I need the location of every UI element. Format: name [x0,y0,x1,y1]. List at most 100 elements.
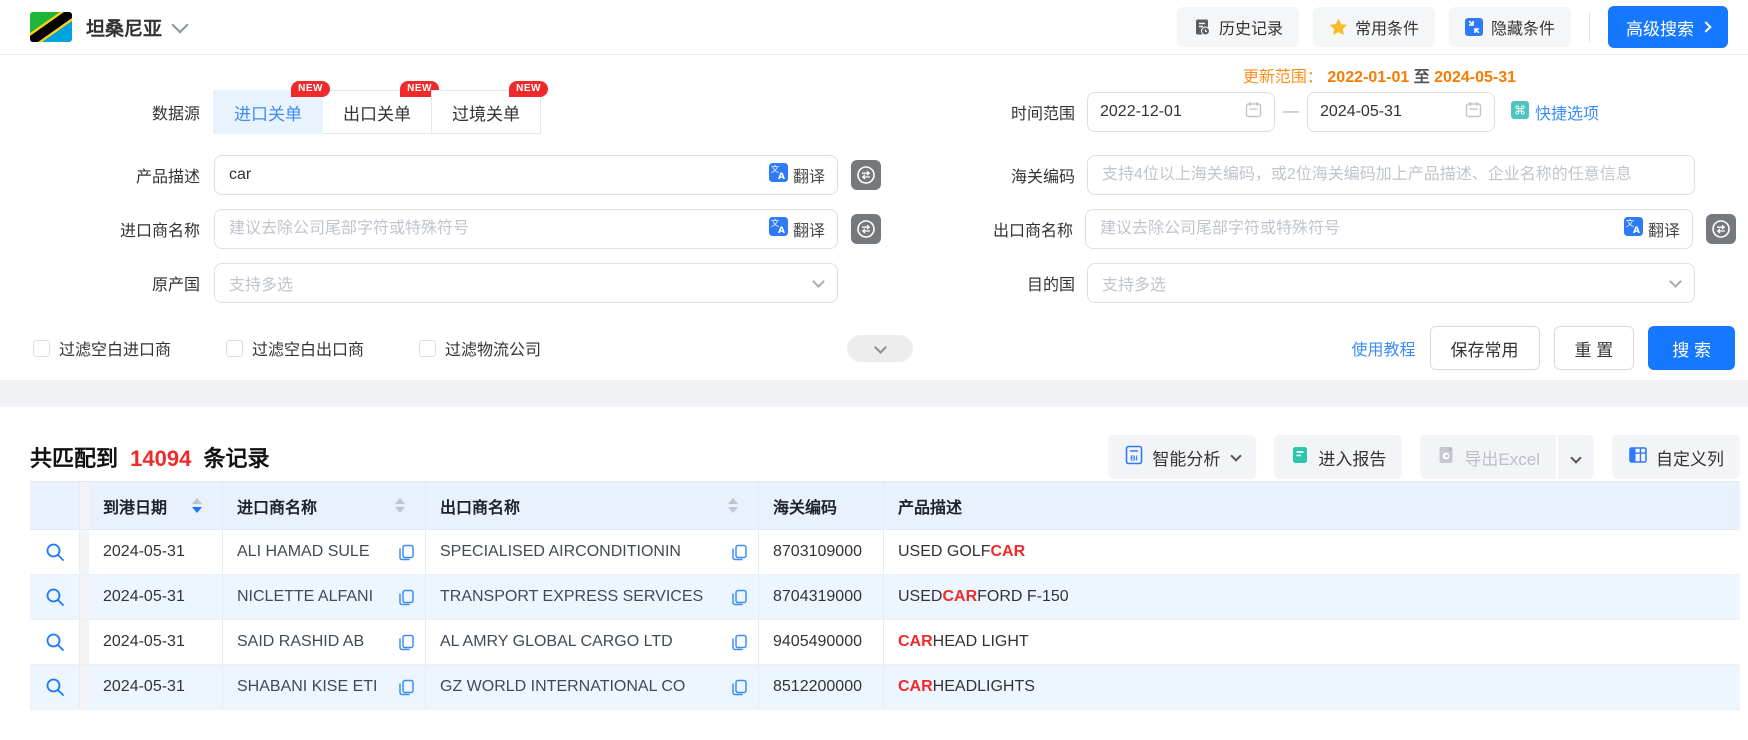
hscode-input[interactable] [1088,156,1694,194]
start-date-input[interactable]: 2022-12-01 [1087,92,1275,132]
svg-text:BI: BI [1131,453,1139,462]
results-toolbar: BI 智能分析 进入报告 导出Excel [1108,435,1740,479]
results-header: 共匹配到 14094 条记录 BI 智能分析 进入报告 [0,407,1748,481]
bi-analysis-icon: BI [1124,445,1144,470]
copy-icon[interactable] [731,544,748,561]
sort-icons[interactable] [395,498,405,513]
datasource-label: 数据源 [28,100,200,124]
copy-icon[interactable] [398,589,415,606]
filter-logistics-checkbox[interactable]: 过滤物流公司 [419,336,541,360]
calendar-icon [1465,101,1482,123]
datasource-tabs: 进口关单 NEW 出口关单 NEW 过境关单 NEW [214,90,541,134]
sort-icons[interactable] [192,498,202,513]
exporter-cell: SPECIALISED AIRCONDITIONIN [426,530,759,574]
chevron-down-icon [874,341,887,354]
translate-label: 翻译 [793,217,825,241]
tab-export-declarations[interactable]: 出口关单 NEW [322,90,432,134]
quick-options-button[interactable]: ⌘ 快捷选项 [1511,100,1599,124]
copy-icon[interactable] [398,679,415,696]
report-icon [1290,445,1310,470]
search-form: 更新范围： 2022-01-01 至 2024-05-31 数据源 进口关单 N… [0,55,1748,380]
svg-text:A: A [1633,226,1640,236]
product-description-label: 产品描述 [28,163,200,187]
collapse-icon [1465,18,1483,36]
tab-label: 过境关单 [452,100,520,125]
translate-button[interactable]: 文A 翻译 [769,217,837,241]
copy-icon[interactable] [731,589,748,606]
export-excel-button[interactable]: 导出Excel [1420,435,1556,479]
exact-match-toggle[interactable] [850,159,882,191]
product-description-inputbox: 文A 翻译 [214,155,838,195]
end-date-input[interactable]: 2024-05-31 [1307,92,1495,132]
tutorial-link[interactable]: 使用教程 [1352,336,1416,360]
description-highlight: CAR [898,678,933,696]
destination-country-select[interactable]: 支持多选 [1087,263,1695,303]
translate-button[interactable]: 文A 翻译 [769,163,837,187]
hide-conditions-button[interactable]: 隐藏条件 [1449,7,1571,47]
product-description-input[interactable] [215,156,769,194]
view-detail-magnifier-icon[interactable] [45,677,65,697]
view-detail-magnifier-icon[interactable] [45,632,65,652]
export-options-button[interactable] [1558,435,1594,479]
favorite-conditions-button[interactable]: 常用条件 [1313,7,1435,47]
reset-button[interactable]: 重 置 [1554,326,1635,370]
importer-cell: SHABANI KISE ETI [223,665,426,709]
description-highlight: CAR [898,633,933,651]
country-selector-label: 坦桑尼亚 [86,14,162,41]
origin-country-select[interactable]: 支持多选 [214,263,838,303]
sort-desc-icon [728,507,738,513]
tab-transit-declarations[interactable]: 过境关单 NEW [431,90,541,134]
exact-match-icon [1706,214,1736,244]
export-icon [1436,445,1456,470]
sort-icons[interactable] [728,498,738,513]
update-range-label: 更新范围： [1243,69,1323,86]
copy-icon[interactable] [398,544,415,561]
start-date-value: 2022-12-01 [1100,103,1245,121]
importer-cell: NICLETTE ALFANI [223,575,426,619]
exact-match-toggle[interactable] [1705,213,1737,245]
description-text: FORD F-150 [977,588,1069,606]
importer-cell: ALI HAMAD SULE [223,530,426,574]
exporter-input[interactable] [1086,210,1624,248]
importer-name: SAID RASHID AB [237,633,364,651]
importer-input[interactable] [215,210,769,248]
exporter-inputbox: 文A 翻译 [1085,209,1693,249]
country-chevron-down-icon[interactable] [172,17,189,34]
collapse-form-button[interactable] [847,335,913,362]
destination-group: 目的国 支持多选 [990,263,1695,303]
hide-conditions-label: 隐藏条件 [1491,15,1555,39]
copy-icon[interactable] [398,634,415,651]
frozen-column-gutter [80,482,89,529]
filter-blank-importer-checkbox[interactable]: 过滤空白进口商 [33,336,171,360]
checkbox-icon [226,340,243,357]
smart-analysis-button[interactable]: BI 智能分析 [1108,435,1256,479]
row-detail-cell [30,530,80,574]
view-detail-magnifier-icon[interactable] [45,587,65,607]
column-header-label: 进口商名称 [237,494,317,518]
advanced-search-button[interactable]: 高级搜索 [1608,6,1728,48]
column-header-hscode: 海关编码 [759,482,884,529]
search-button[interactable]: 搜 索 [1648,326,1735,370]
custom-columns-button[interactable]: 自定义列 [1612,435,1740,479]
history-button[interactable]: 历史记录 [1177,7,1299,47]
tab-import-declarations[interactable]: 进口关单 NEW [213,90,323,134]
copy-icon[interactable] [731,679,748,696]
exporter-cell: GZ WORLD INTERNATIONAL CO [426,665,759,709]
hscode-cell: 8704319000 [759,575,884,619]
update-range-end: 2024-05-31 [1434,69,1516,86]
row-detail-cell [30,575,80,619]
exact-match-toggle[interactable] [850,213,882,245]
column-header-importer[interactable]: 进口商名称 [223,482,426,529]
date-cell: 2024-05-31 [89,530,223,574]
enter-report-button[interactable]: 进入报告 [1274,435,1402,479]
column-header-date[interactable]: 到港日期 [89,482,223,529]
filter-blank-exporter-checkbox[interactable]: 过滤空白出口商 [226,336,364,360]
tanzania-flag-icon [30,12,72,42]
exporter-name: TRANSPORT EXPRESS SERVICES [440,588,703,606]
translate-button[interactable]: 文A 翻译 [1624,217,1692,241]
checkbox-icon [419,340,436,357]
view-detail-magnifier-icon[interactable] [45,542,65,562]
save-conditions-button[interactable]: 保存常用 [1430,326,1540,370]
copy-icon[interactable] [731,634,748,651]
column-header-exporter[interactable]: 出口商名称 [426,482,759,529]
